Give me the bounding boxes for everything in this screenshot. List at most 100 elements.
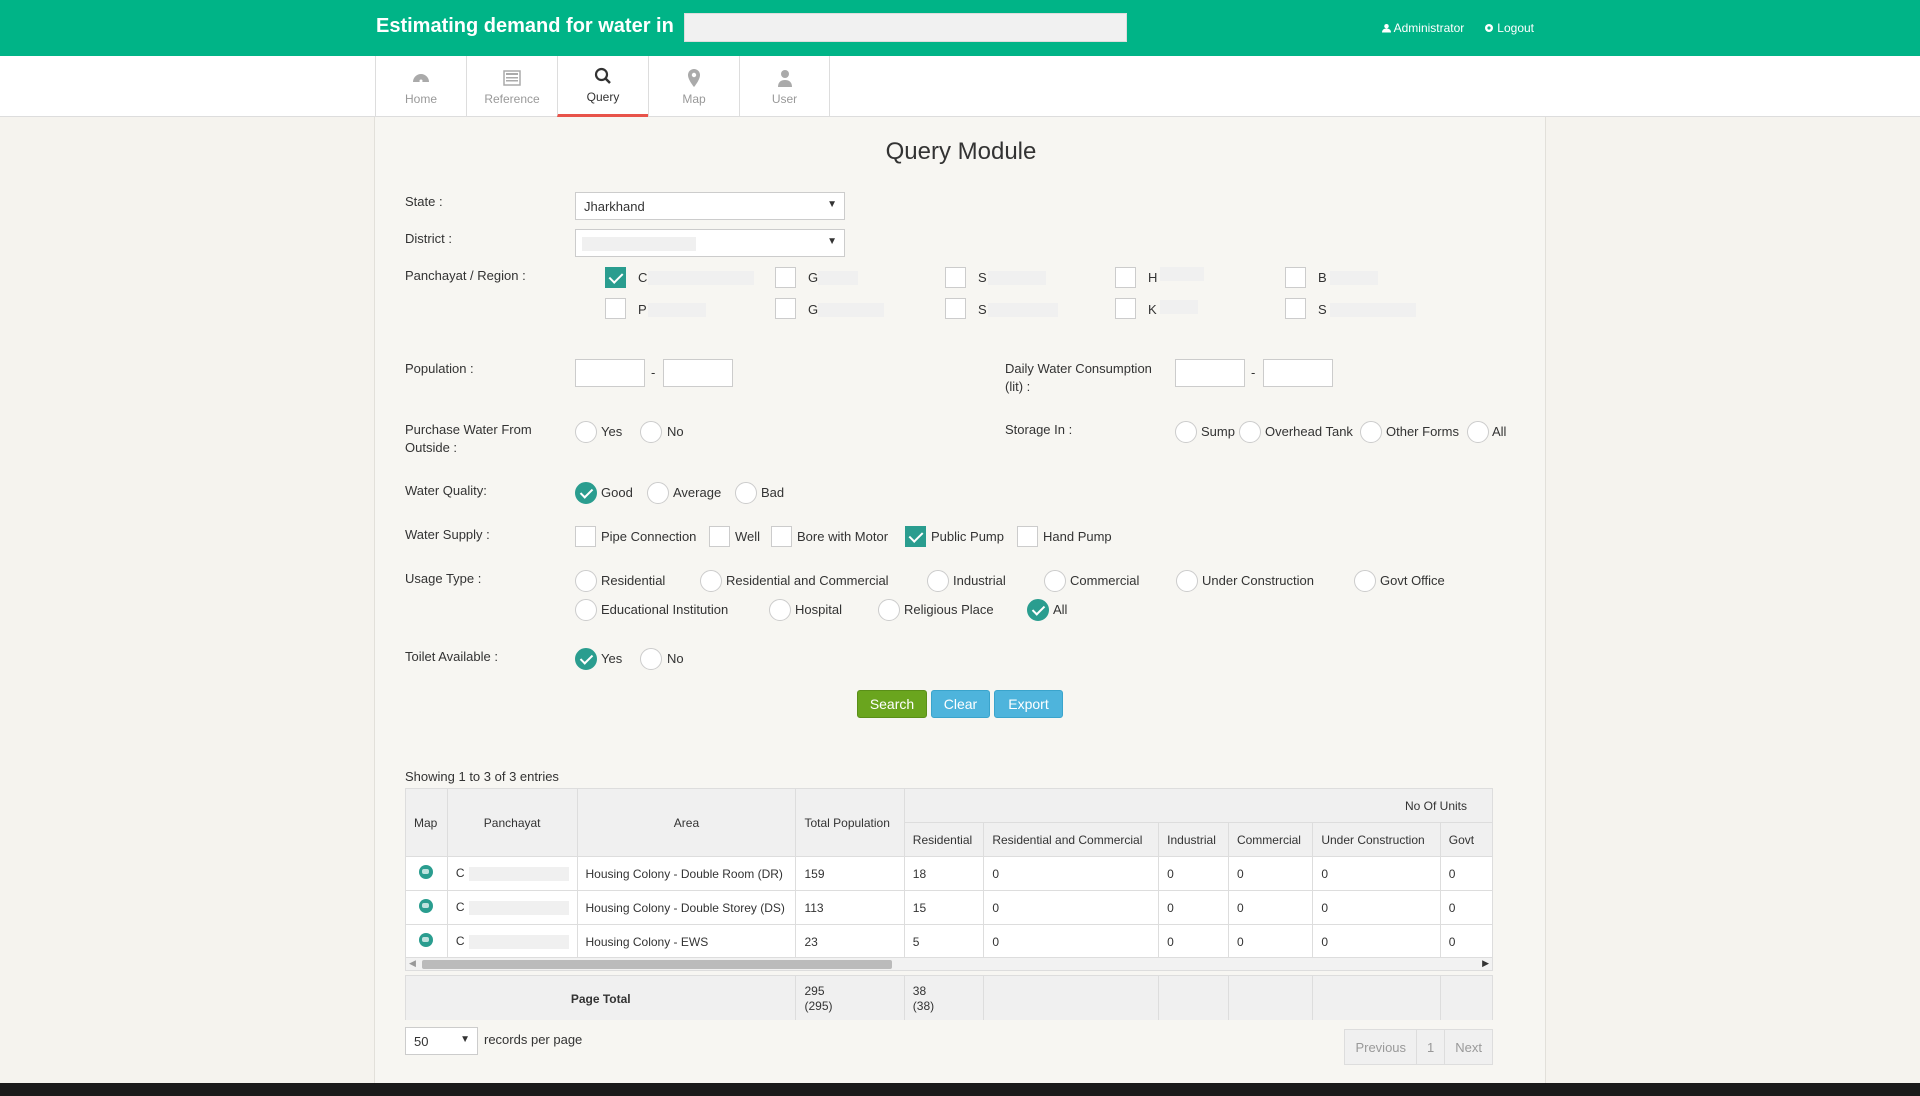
cell-pop: 159 — [795, 856, 905, 891]
gear-icon — [1485, 24, 1494, 32]
panchayat-option: B — [1318, 270, 1327, 285]
supply-bore-checkbox[interactable] — [771, 526, 792, 547]
toilet-label: Toilet Available : — [405, 649, 498, 664]
table-horizontal-scrollbar[interactable]: ◀ ▶ — [405, 957, 1493, 971]
panchayat-checkbox[interactable] — [945, 267, 966, 288]
quality-bad-label: Bad — [761, 485, 785, 500]
logout-link[interactable]: Logout — [1484, 21, 1534, 35]
district-value-redacted — [582, 237, 696, 251]
panchayat-checkbox[interactable] — [1115, 298, 1136, 319]
quality-bad-radio[interactable] — [735, 482, 757, 504]
tab-home[interactable]: Home — [375, 56, 466, 117]
usage-radio[interactable] — [878, 599, 900, 621]
toilet-yes-radio[interactable] — [575, 648, 597, 670]
panchayat-checkbox[interactable] — [775, 298, 796, 319]
page-1-button[interactable]: 1 — [1417, 1030, 1446, 1064]
usage-radio[interactable] — [1044, 570, 1066, 592]
population-max-input[interactable] — [663, 359, 733, 387]
panchayat-checkbox[interactable] — [605, 298, 626, 319]
panchayat-checkbox[interactable] — [775, 267, 796, 288]
population-min-input[interactable] — [575, 359, 645, 387]
panchayat-option: S — [978, 302, 987, 317]
col-govt: Govt — [1439, 822, 1493, 857]
globe-icon[interactable] — [419, 933, 434, 947]
district-select[interactable]: ▼ — [575, 229, 845, 257]
cell-area: Housing Colony - Double Room (DR) — [576, 856, 797, 891]
consumption-min-input[interactable] — [1175, 359, 1245, 387]
export-button[interactable]: Export — [994, 690, 1063, 718]
footer-res: 38 (38) — [903, 975, 985, 1020]
usage-residential-label: Residential — [601, 573, 666, 588]
next-button[interactable]: Next — [1445, 1030, 1492, 1064]
usage-all-label: All — [1053, 602, 1068, 617]
globe-icon[interactable] — [419, 865, 434, 879]
state-select[interactable]: Jharkhand ▼ — [575, 192, 845, 220]
tab-user[interactable]: User — [739, 56, 830, 117]
storage-other-label: Other Forms — [1386, 424, 1459, 439]
panchayat-checkbox[interactable] — [1285, 267, 1306, 288]
panchayat-label: Panchayat / Region : — [405, 268, 526, 283]
supply-label: Water Supply : — [405, 527, 490, 542]
quality-good-radio[interactable] — [575, 482, 597, 504]
purchase-yes-radio[interactable] — [575, 421, 597, 443]
cell-rc: 0 — [983, 890, 1160, 925]
user-icon — [777, 69, 792, 87]
panchayat-option: P — [638, 302, 647, 317]
tab-map[interactable]: Map — [648, 56, 739, 117]
nav-bar: Home Reference Query Map User — [0, 56, 1920, 117]
records-per-page-label: records per page — [484, 1032, 583, 1047]
usage-all-radio[interactable] — [1027, 599, 1049, 621]
usage-radio[interactable] — [1354, 570, 1376, 592]
supply-pipe-label: Pipe Connection — [601, 529, 697, 544]
search-button[interactable]: Search — [857, 690, 927, 718]
scroll-right-arrow-icon[interactable]: ▶ — [1482, 958, 1489, 969]
usage-radio[interactable] — [700, 570, 722, 592]
previous-button[interactable]: Previous — [1345, 1030, 1418, 1064]
app-title: Estimating demand for water in — [376, 15, 674, 37]
footer-bar — [0, 1083, 1920, 1096]
records-per-page-select[interactable]: 50 ▼ — [405, 1027, 478, 1055]
col-commercial: Commercial — [1227, 822, 1314, 857]
panchayat-checkbox[interactable] — [1285, 298, 1306, 319]
storage-sump-radio[interactable] — [1175, 421, 1197, 443]
cell-govt: 0 — [1439, 890, 1493, 925]
panchayat-checkbox[interactable] — [945, 298, 966, 319]
panchayat-checkbox[interactable] — [1115, 267, 1136, 288]
panchayat-checkbox[interactable] — [605, 267, 626, 288]
purchase-no-radio[interactable] — [640, 421, 662, 443]
cell-ind: 0 — [1158, 856, 1229, 891]
storage-overhead-label: Overhead Tank — [1265, 424, 1353, 439]
clear-button[interactable]: Clear — [931, 690, 990, 718]
col-total-population: Total Population — [795, 788, 905, 857]
storage-overhead-radio[interactable] — [1239, 421, 1261, 443]
panchayat-name-redacted — [1160, 300, 1198, 314]
supply-well-checkbox[interactable] — [709, 526, 730, 547]
tab-query[interactable]: Query — [557, 56, 648, 117]
supply-pipe-checkbox[interactable] — [575, 526, 596, 547]
panchayat-name-redacted — [1330, 303, 1416, 317]
tab-reference[interactable]: Reference — [466, 56, 557, 117]
cell-ind: 0 — [1158, 890, 1229, 925]
globe-icon[interactable] — [419, 899, 434, 913]
panchayat-option: K — [1148, 302, 1157, 317]
supply-public-pump-checkbox[interactable] — [905, 526, 926, 547]
search-icon — [594, 67, 611, 84]
quality-average-radio[interactable] — [647, 482, 669, 504]
scroll-left-arrow-icon[interactable]: ◀ — [409, 958, 416, 969]
toilet-no-radio[interactable] — [640, 648, 662, 670]
admin-link[interactable]: Administrator — [1381, 21, 1464, 35]
consumption-max-input[interactable] — [1263, 359, 1333, 387]
usage-radio[interactable] — [769, 599, 791, 621]
scrollbar-thumb[interactable] — [422, 960, 892, 969]
usage-radio[interactable] — [1176, 570, 1198, 592]
storage-other-radio[interactable] — [1360, 421, 1382, 443]
supply-hand-pump-checkbox[interactable] — [1017, 526, 1038, 547]
panchayat-name-redacted — [468, 866, 569, 881]
panchayat-name-redacted — [1330, 271, 1378, 285]
panchayat-option: G — [808, 302, 819, 317]
usage-radio[interactable] — [575, 570, 597, 592]
table-footer-row: Page Total 295 (295) 38 (38) — [405, 975, 1493, 1020]
usage-radio[interactable] — [575, 599, 597, 621]
storage-all-radio[interactable] — [1467, 421, 1489, 443]
usage-radio[interactable] — [927, 570, 949, 592]
